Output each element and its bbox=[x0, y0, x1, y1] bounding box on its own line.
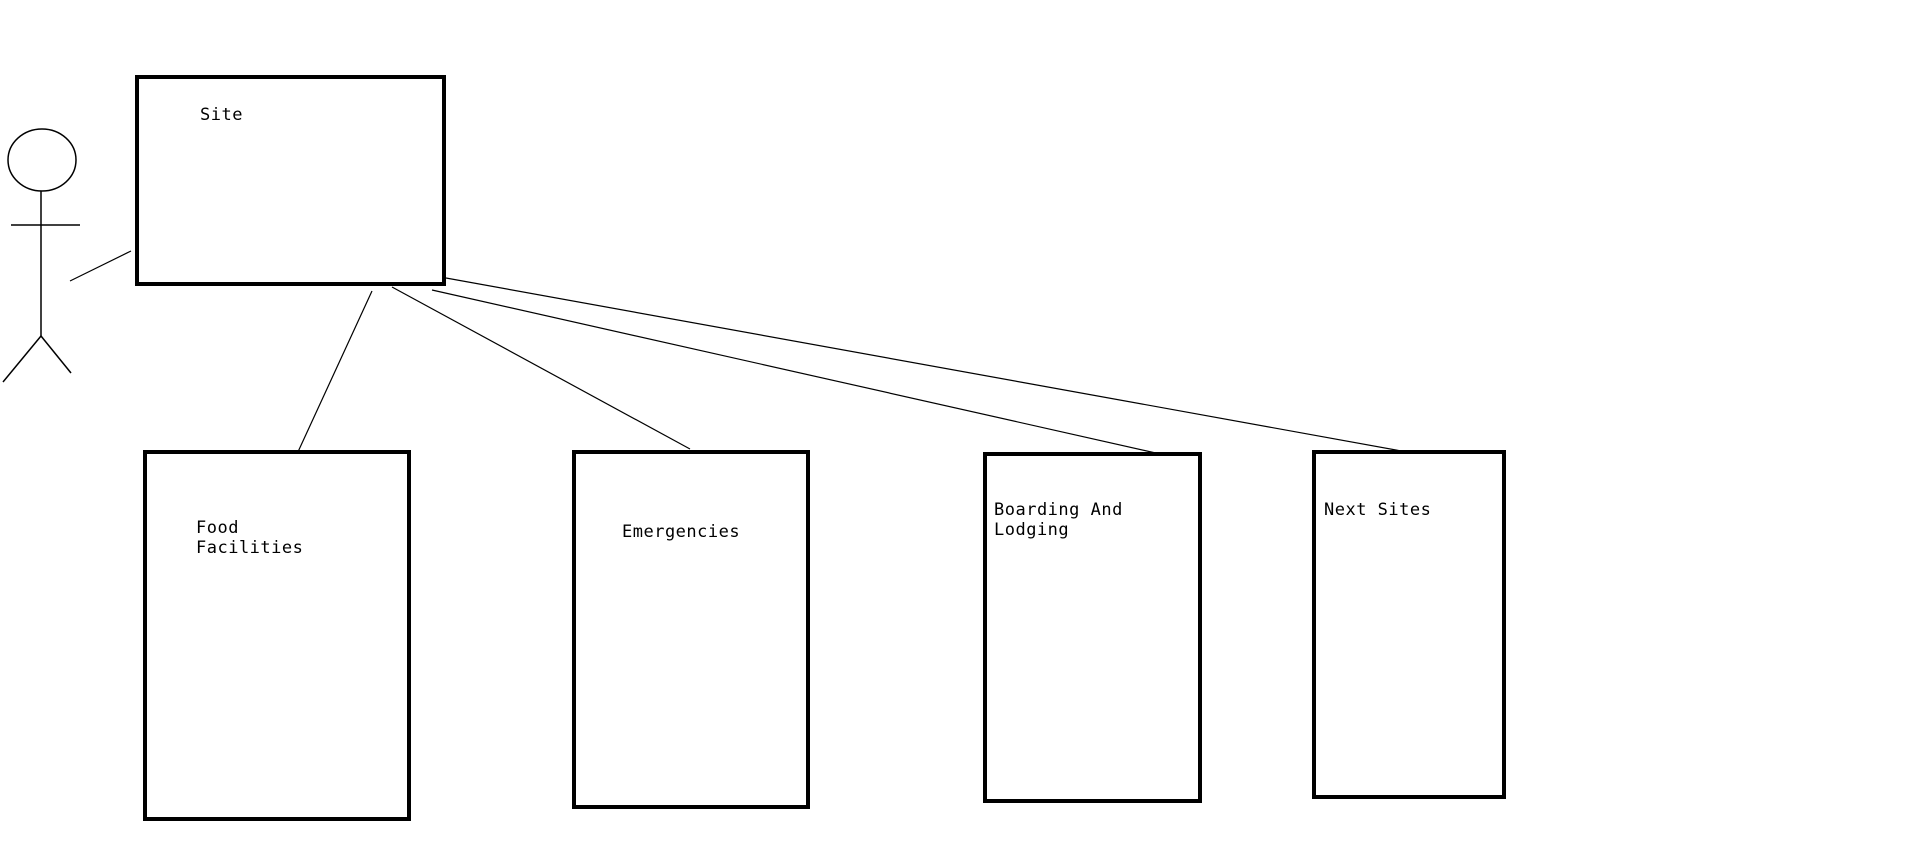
boarding-and-lodging-box[interactable]: Boarding And Lodging bbox=[983, 452, 1202, 803]
food-facilities-label: Food Facilities bbox=[196, 518, 304, 558]
connector-site-boarding bbox=[431, 289, 1161, 455]
food-facilities-box[interactable]: Food Facilities bbox=[143, 450, 411, 821]
site-label: Site bbox=[200, 105, 243, 125]
next-sites-box[interactable]: Next Sites bbox=[1312, 450, 1506, 799]
stick-figure-actor-icon bbox=[2, 128, 80, 383]
actor-head bbox=[7, 128, 77, 192]
next-sites-label: Next Sites bbox=[1324, 500, 1432, 520]
boarding-and-lodging-label: Boarding And Lodging bbox=[994, 500, 1123, 540]
connector-site-food bbox=[296, 290, 373, 455]
site-box[interactable]: Site bbox=[135, 75, 446, 286]
actor-right-leg bbox=[40, 335, 72, 374]
connector-actor-site bbox=[69, 250, 132, 282]
connector-site-emergencies bbox=[391, 286, 691, 450]
actor-left-leg bbox=[2, 335, 42, 383]
emergencies-box[interactable]: Emergencies bbox=[572, 450, 810, 809]
connector-site-next bbox=[445, 277, 1408, 453]
emergencies-label: Emergencies bbox=[622, 522, 741, 542]
